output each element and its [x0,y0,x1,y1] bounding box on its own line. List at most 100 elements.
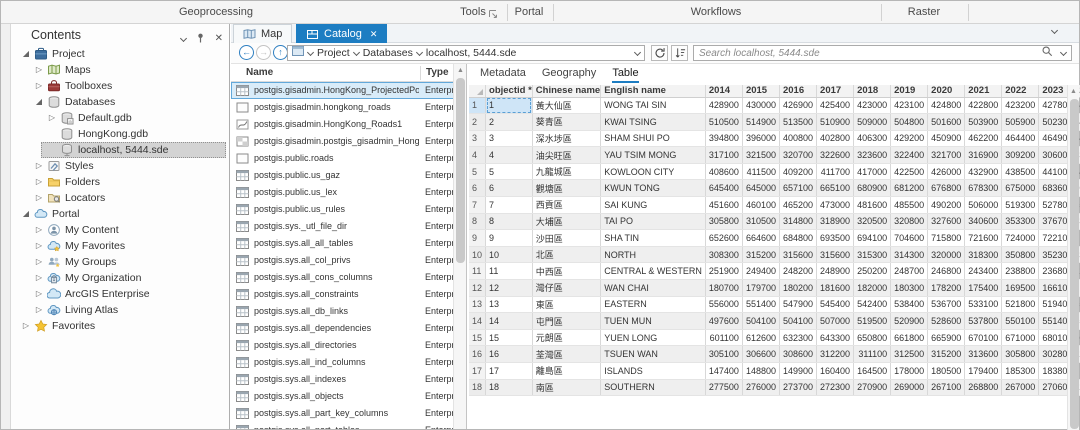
cell-chinese-name[interactable]: 荃灣區 [532,346,600,363]
row-number-cell[interactable]: 1 [469,97,486,114]
expander-icon[interactable]: ◢ [34,94,44,110]
back-button[interactable]: ← [239,45,254,60]
cell-chinese-name[interactable]: 黃大仙區 [532,97,600,114]
tree-item-maps[interactable]: ▷Maps [11,62,229,78]
dialog-launcher-icon[interactable] [487,7,499,19]
column-header[interactable]: Chinese name [532,85,600,97]
cell-chinese-name[interactable]: 沙田區 [532,230,600,247]
cell-year-value[interactable]: 680900 [854,180,891,197]
catalog-item[interactable]: postgis.gisadmin.hongkong_roadsEnterpris… [231,99,454,116]
expander-icon[interactable]: ▷ [34,270,44,286]
cell-objectid[interactable]: 13 [486,296,533,313]
expander-icon[interactable]: ▷ [34,62,44,78]
cell-chinese-name[interactable]: 九龍城區 [532,163,600,180]
cell-year-value[interactable]: 643300 [817,329,854,346]
cell-year-value[interactable]: 528600 [928,313,965,330]
cell-year-value[interactable]: 179700 [742,280,779,297]
cell-year-value[interactable]: 657100 [779,180,816,197]
cell-year-value[interactable]: 320700 [779,147,816,164]
cell-year-value[interactable]: 314300 [891,246,928,263]
cell-chinese-name[interactable]: 觀塘區 [532,180,600,197]
cell-year-value[interactable]: 694100 [854,230,891,247]
cell-year-value[interactable]: 320800 [891,213,928,230]
cell-year-value[interactable]: 430000 [742,97,779,114]
cell-objectid[interactable]: 2 [486,114,533,131]
cell-objectid[interactable]: 7 [486,197,533,214]
cell-year-value[interactable]: 322600 [817,147,854,164]
row-number-cell[interactable]: 11 [469,263,486,280]
cell-year-value[interactable]: 645400 [705,180,742,197]
cell-objectid[interactable]: 18 [486,379,533,396]
cell-year-value[interactable]: 661800 [891,329,928,346]
cell-year-value[interactable]: 308600 [779,346,816,363]
row-number-cell[interactable]: 7 [469,197,486,214]
cell-year-value[interactable]: 246800 [928,263,965,280]
catalog-item[interactable]: postgis.public.us_rulesEnterprise [231,201,454,218]
cell-year-value[interactable]: 160400 [817,363,854,380]
expander-icon[interactable]: ▷ [34,174,44,190]
cell-year-value[interactable]: 251900 [705,263,742,280]
cell-year-value[interactable]: 464400 [1002,130,1039,147]
cell-year-value[interactable]: 327600 [928,213,965,230]
cell-english-name[interactable]: WONG TAI SIN [601,97,706,114]
cell-year-value[interactable]: 485500 [891,197,928,214]
cell-year-value[interactable]: 671000 [1002,329,1039,346]
cell-year-value[interactable]: 428900 [705,97,742,114]
cell-chinese-name[interactable]: 灣仔區 [532,280,600,297]
cell-year-value[interactable]: 305800 [705,213,742,230]
cell-year-value[interactable]: 519300 [1002,197,1039,214]
cell-year-value[interactable]: 402800 [817,130,854,147]
row-number-cell[interactable]: 17 [469,363,486,380]
ribbon-group-portal[interactable]: Portal [515,6,544,18]
cell-year-value[interactable]: 438500 [1002,163,1039,180]
cell-year-value[interactable]: 505900 [1002,114,1039,131]
cell-year-value[interactable]: 612600 [742,329,779,346]
cell-year-value[interactable]: 422500 [891,163,928,180]
tree-item-project[interactable]: ◢Project [11,46,229,62]
cell-year-value[interactable]: 665900 [928,329,965,346]
cell-year-value[interactable]: 429200 [891,130,928,147]
column-header[interactable]: 2021 [965,85,1002,97]
cell-year-value[interactable]: 693500 [817,230,854,247]
column-header[interactable]: objectid * [486,85,533,97]
cell-year-value[interactable]: 312500 [891,346,928,363]
tree-item-locators[interactable]: ▷Locators [11,190,229,206]
cell-year-value[interactable]: 249400 [742,263,779,280]
row-number-cell[interactable]: 9 [469,230,486,247]
cell-english-name[interactable]: CENTRAL & WESTERN [601,263,706,280]
cell-year-value[interactable]: 670100 [965,329,1002,346]
expander-icon[interactable]: ▷ [34,158,44,174]
cell-year-value[interactable]: 665100 [817,180,854,197]
cell-year-value[interactable]: 313600 [965,346,1002,363]
cell-year-value[interactable]: 312200 [817,346,854,363]
cell-year-value[interactable]: 273700 [779,379,816,396]
search-options-chevron-icon[interactable] [1060,48,1067,55]
cell-year-value[interactable]: 276000 [742,379,779,396]
preview-tab-geography[interactable]: Geography [542,64,596,83]
cell-year-value[interactable]: 180500 [928,363,965,380]
cell-year-value[interactable]: 269000 [891,379,928,396]
cell-year-value[interactable]: 315200 [928,346,965,363]
cell-year-value[interactable]: 645000 [742,180,779,197]
cell-year-value[interactable]: 147400 [705,363,742,380]
expander-icon[interactable]: ▷ [34,254,44,270]
breadcrumb-segment[interactable]: Project [317,47,350,59]
cell-year-value[interactable]: 451600 [705,197,742,214]
cell-year-value[interactable]: 396000 [742,130,779,147]
catalog-item[interactable]: postgis.sys._utl_file_dirEnterprise [231,218,454,235]
cell-year-value[interactable]: 601100 [705,329,742,346]
catalog-item[interactable]: postgis.sys.all_all_tablesEnterprise [231,235,454,252]
row-number-cell[interactable]: 12 [469,280,486,297]
select-all-corner[interactable] [469,85,486,97]
sort-button[interactable] [671,45,688,61]
combo-dropdown-icon[interactable] [634,48,641,55]
expander-icon[interactable]: ▷ [34,222,44,238]
cell-year-value[interactable]: 149900 [779,363,816,380]
catalog-item[interactable]: postgis.public.roadsEnterprise [231,150,454,167]
cell-year-value[interactable]: 267000 [1002,379,1039,396]
cell-year-value[interactable]: 180700 [705,280,742,297]
search-icon[interactable] [1041,44,1053,62]
cell-english-name[interactable]: SAI KUNG [601,197,706,214]
cell-chinese-name[interactable]: 葵青區 [532,114,600,131]
cell-english-name[interactable]: WAN CHAI [601,280,706,297]
